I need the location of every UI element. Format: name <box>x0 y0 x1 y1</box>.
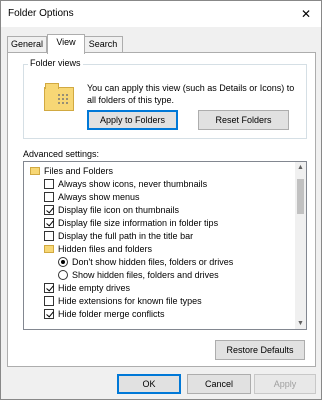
folder-grid-icon <box>57 93 69 105</box>
apply-to-folders-button[interactable]: Apply to Folders <box>87 110 178 130</box>
radio-button[interactable] <box>58 257 68 267</box>
view-tab-panel: Folder views You can apply this view (su… <box>7 52 316 367</box>
scrollbar-thumb[interactable] <box>297 179 304 214</box>
tree-item-label: Hide folder merge conflicts <box>58 309 165 319</box>
ok-button[interactable]: OK <box>117 374 181 394</box>
advanced-settings-label: Advanced settings: <box>23 149 100 159</box>
tree-item-label: Always show menus <box>58 192 140 202</box>
checkbox[interactable] <box>44 179 54 189</box>
scroll-down-icon[interactable]: ▼ <box>295 318 306 329</box>
tree-item-label: Display file size information in folder … <box>58 218 219 228</box>
folder-view-icon <box>44 83 74 111</box>
checkbox[interactable] <box>44 296 54 306</box>
folder-options-dialog: Folder Options ✕ General View Search Fol… <box>0 0 322 400</box>
reset-folders-button[interactable]: Reset Folders <box>198 110 289 130</box>
checkbox[interactable] <box>44 218 54 228</box>
window-title: Folder Options <box>8 8 74 19</box>
tree-item-label: Hidden files and folders <box>58 244 153 254</box>
checkbox[interactable] <box>44 205 54 215</box>
folder-views-group: Folder views You can apply this view (su… <box>23 58 307 139</box>
advanced-settings-tree[interactable]: Files and Folders Always show icons, nev… <box>23 161 307 330</box>
tab-general[interactable]: General <box>7 36 47 53</box>
scroll-up-icon[interactable]: ▲ <box>295 162 306 173</box>
title-bar: Folder Options ✕ <box>1 1 321 27</box>
folder-views-description: You can apply this view (such as Details… <box>87 83 295 105</box>
folder-views-label: Folder views <box>28 58 83 68</box>
tree-item-label: Display file icon on thumbnails <box>58 205 180 215</box>
tree-item-label: Always show icons, never thumbnails <box>58 179 208 189</box>
checkbox[interactable] <box>44 283 54 293</box>
tree-item-label: Hide empty drives <box>58 283 131 293</box>
tree-item-label: Display the full path in the title bar <box>58 231 194 241</box>
checkbox[interactable] <box>44 309 54 319</box>
apply-button: Apply <box>254 374 316 394</box>
folder-icon <box>44 245 54 253</box>
restore-defaults-button[interactable]: Restore Defaults <box>215 340 305 360</box>
cancel-button[interactable]: Cancel <box>187 374 251 394</box>
radio-button[interactable] <box>58 270 68 280</box>
folder-icon <box>30 167 40 175</box>
tree-item-label: Files and Folders <box>44 166 114 176</box>
close-icon[interactable]: ✕ <box>291 1 321 27</box>
tree-item-label: Show hidden files, folders and drives <box>72 270 219 280</box>
tab-view[interactable]: View <box>47 34 85 54</box>
checkbox[interactable] <box>44 231 54 241</box>
tree-item-label: Don't show hidden files, folders or driv… <box>72 257 234 267</box>
tree-item-label: Hide extensions for known file types <box>58 296 202 306</box>
vertical-scrollbar[interactable]: ▲ ▼ <box>295 162 306 329</box>
checkbox[interactable] <box>44 192 54 202</box>
tab-search[interactable]: Search <box>83 36 123 53</box>
